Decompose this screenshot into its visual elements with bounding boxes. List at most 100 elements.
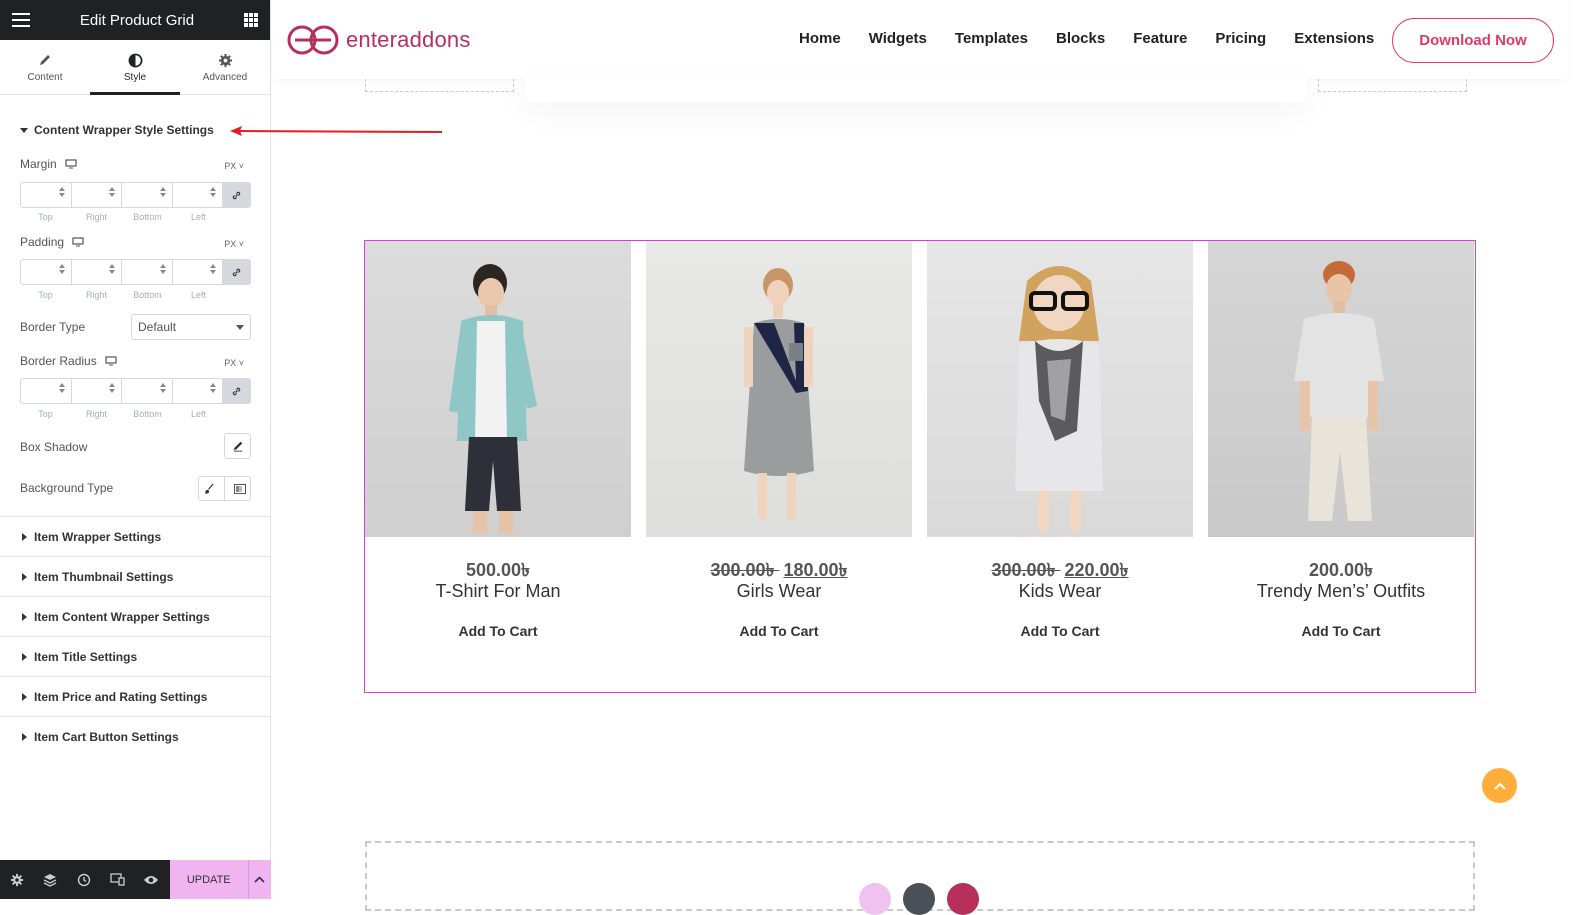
- product-title[interactable]: T-Shirt For Man: [365, 581, 631, 602]
- social-circle-brand[interactable]: [947, 883, 979, 915]
- add-to-cart-button[interactable]: Add To Cart: [646, 623, 912, 639]
- section-item-price-rating[interactable]: Item Price and Rating Settings: [0, 676, 270, 716]
- panel-header: Edit Product Grid: [0, 0, 270, 40]
- desktop-icon[interactable]: [65, 159, 77, 169]
- margin-top-input[interactable]: [21, 183, 72, 207]
- section-item-wrapper[interactable]: Item Wrapper Settings: [0, 516, 270, 556]
- product-grid: 500.00৳ T-Shirt For Man Add To Cart 300.…: [364, 240, 1476, 693]
- margin-bottom-input[interactable]: [122, 183, 173, 207]
- product-image[interactable]: [927, 241, 1193, 537]
- tab-advanced-label: Advanced: [202, 72, 248, 83]
- padding-bottom-input[interactable]: [122, 260, 173, 284]
- nav-feature[interactable]: Feature: [1133, 30, 1187, 47]
- padding-left-input[interactable]: [173, 260, 223, 284]
- link-values-icon[interactable]: [223, 183, 250, 207]
- section-item-content-wrapper[interactable]: Item Content Wrapper Settings: [0, 596, 270, 636]
- margin-unit-select[interactable]: PX ˅: [224, 161, 244, 171]
- margin-dim-labels: Top Right Bottom Left: [38, 212, 206, 222]
- site-logo[interactable]: enteraddons: [286, 24, 471, 56]
- link-values-icon[interactable]: [223, 379, 250, 403]
- caret-right-icon: [22, 612, 27, 621]
- nav-widgets[interactable]: Widgets: [869, 30, 927, 47]
- radius-right-input[interactable]: [72, 379, 122, 403]
- tab-content[interactable]: Content: [0, 40, 90, 94]
- radius-top-input[interactable]: [21, 379, 72, 403]
- preview-eye-icon[interactable]: [134, 860, 168, 899]
- hamburger-menu-icon[interactable]: [12, 13, 30, 27]
- background-type-choices: [198, 476, 251, 501]
- padding-unit-select[interactable]: PX ˅: [224, 239, 244, 249]
- settings-gear-icon[interactable]: [0, 860, 34, 899]
- nav-templates[interactable]: Templates: [955, 30, 1028, 47]
- padding-label: Padding: [20, 235, 65, 249]
- download-now-button[interactable]: Download Now: [1392, 18, 1554, 63]
- border-type-label: Border Type: [20, 320, 86, 334]
- add-to-cart-button[interactable]: Add To Cart: [365, 623, 631, 639]
- radius-bottom-input[interactable]: [122, 379, 173, 403]
- panel-footer: UPDATE: [0, 860, 271, 899]
- section-item-cart-button[interactable]: Item Cart Button Settings: [0, 716, 270, 756]
- social-circle-dark[interactable]: [903, 883, 935, 915]
- main-nav: Home Widgets Templates Blocks Feature Pr…: [799, 30, 1374, 47]
- border-type-value: Default: [138, 320, 177, 334]
- caret-right-icon: [22, 732, 27, 741]
- margin-right-input[interactable]: [72, 183, 122, 207]
- model-photo: [449, 264, 537, 533]
- model-photo: [744, 268, 814, 519]
- chevron-up-icon[interactable]: [247, 860, 271, 899]
- nav-blocks[interactable]: Blocks: [1056, 30, 1105, 47]
- product-image[interactable]: [365, 241, 631, 537]
- border-radius-unit-select[interactable]: PX ˅: [224, 358, 244, 368]
- social-circle-pink[interactable]: [859, 883, 891, 915]
- layers-icon[interactable]: [34, 860, 68, 899]
- caret-right-icon: [22, 572, 27, 581]
- padding-right-input[interactable]: [72, 260, 122, 284]
- product-image[interactable]: [646, 241, 912, 537]
- padding-dim-labels: Top Right Bottom Left: [38, 290, 206, 300]
- link-values-icon[interactable]: [223, 260, 250, 284]
- model-photo: [1294, 261, 1384, 521]
- brush-icon[interactable]: [204, 483, 215, 494]
- section-title: Content Wrapper Style Settings: [34, 123, 214, 137]
- tab-style[interactable]: Style: [90, 40, 180, 95]
- contrast-icon: [128, 51, 143, 69]
- caret-right-icon: [22, 652, 27, 661]
- preview-canvas: enteraddons Home Widgets Templates Block…: [272, 0, 1582, 915]
- settings-section-list: Item Wrapper Settings Item Thumbnail Set…: [0, 516, 270, 756]
- product-title[interactable]: Trendy Men’s’ Outfits: [1208, 581, 1474, 602]
- add-to-cart-button[interactable]: Add To Cart: [1208, 623, 1474, 639]
- radius-left-input[interactable]: [173, 379, 223, 403]
- product-title[interactable]: Girls Wear: [646, 581, 912, 602]
- desktop-icon[interactable]: [105, 356, 117, 366]
- border-radius-dimensions: [20, 378, 251, 404]
- nav-pricing[interactable]: Pricing: [1215, 30, 1266, 47]
- widgets-grid-icon[interactable]: [244, 13, 258, 27]
- add-to-cart-button[interactable]: Add To Cart: [927, 623, 1193, 639]
- product-title[interactable]: Kids Wear: [927, 581, 1193, 602]
- responsive-mode-icon[interactable]: [101, 860, 135, 899]
- enteraddons-logo-icon: [287, 25, 339, 55]
- hero-card-bottom: [525, 78, 1307, 102]
- box-shadow-edit-button[interactable]: [224, 433, 251, 459]
- product-card: 200.00৳ Trendy Men’s’ Outfits Add To Car…: [1208, 241, 1474, 692]
- padding-label-row: Padding: [20, 235, 84, 249]
- border-type-select[interactable]: Default: [131, 314, 251, 340]
- padding-top-input[interactable]: [21, 260, 72, 284]
- product-image[interactable]: [1208, 241, 1474, 537]
- section-item-thumbnail[interactable]: Item Thumbnail Settings: [0, 556, 270, 596]
- desktop-icon[interactable]: [72, 237, 84, 247]
- scroll-to-top-button[interactable]: [1482, 768, 1517, 803]
- nav-extensions[interactable]: Extensions: [1294, 30, 1374, 47]
- tab-style-label: Style: [123, 72, 147, 83]
- margin-left-input[interactable]: [173, 183, 223, 207]
- nav-home[interactable]: Home: [799, 30, 841, 47]
- tab-advanced[interactable]: Advanced: [180, 40, 270, 94]
- model-photo: [1015, 266, 1103, 531]
- pencil-icon: [38, 51, 52, 69]
- product-card: 500.00৳ T-Shirt For Man Add To Cart: [365, 241, 631, 692]
- history-icon[interactable]: [67, 860, 101, 899]
- gradient-icon[interactable]: [233, 483, 246, 494]
- update-button[interactable]: UPDATE: [169, 860, 248, 899]
- section-item-title[interactable]: Item Title Settings: [0, 636, 270, 676]
- dashed-placeholder-right: [1318, 79, 1467, 92]
